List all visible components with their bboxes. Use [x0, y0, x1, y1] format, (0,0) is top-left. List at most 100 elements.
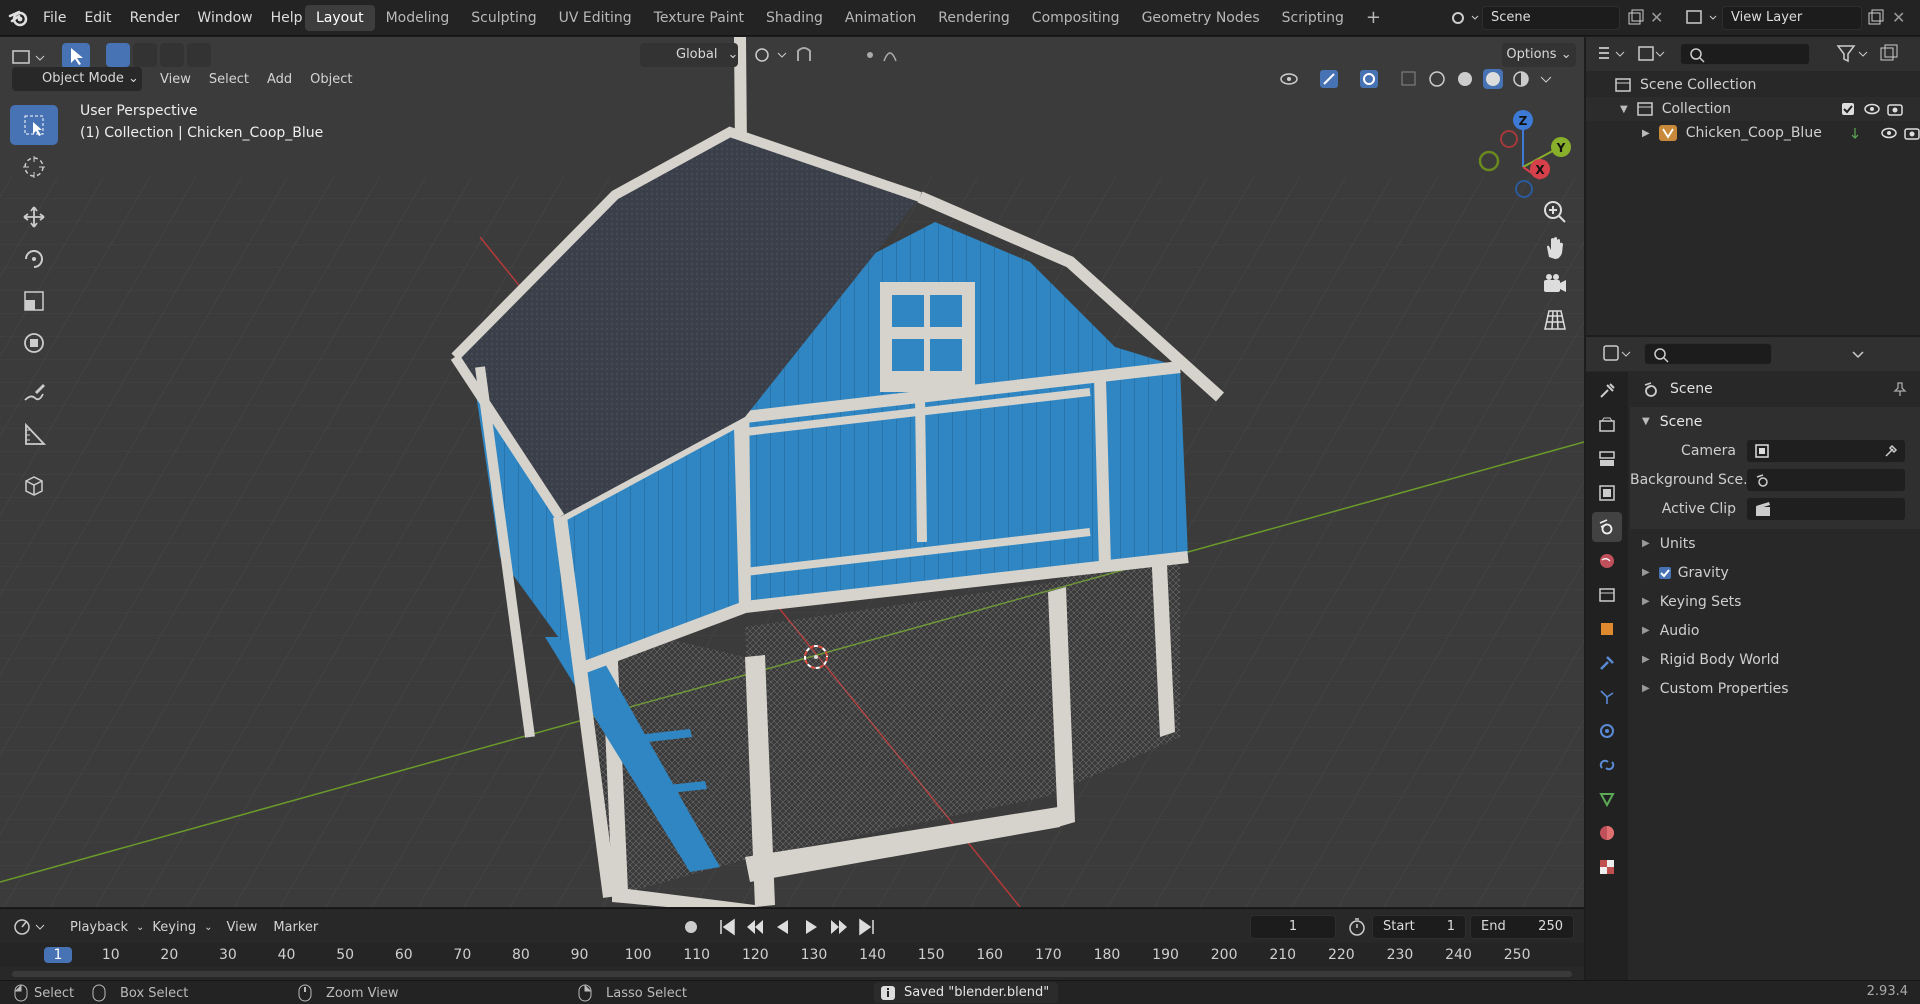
close-view-layer-icon[interactable]: ✕ — [1892, 8, 1912, 28]
object-mode-dropdown[interactable]: Object Mode ⌄ — [12, 67, 142, 91]
expand-units-icon[interactable]: ▶ — [1642, 538, 1650, 549]
add-workspace-button[interactable]: + — [1355, 5, 1392, 31]
object-render-camera-icon[interactable] — [1904, 126, 1920, 140]
texture-tab-icon[interactable] — [1592, 852, 1622, 882]
add-cube-tool-icon[interactable] — [10, 465, 58, 505]
menu-view[interactable]: View — [152, 72, 199, 87]
menu-object[interactable]: Object — [302, 72, 360, 87]
timeline-scrollbar[interactable] — [12, 971, 1572, 977]
solid-shading-icon[interactable] — [1454, 68, 1476, 90]
expand-gravity-icon[interactable]: ▶ — [1642, 567, 1650, 578]
camera-field[interactable] — [1746, 438, 1906, 463]
pin-icon[interactable] — [1892, 381, 1908, 397]
background-scene-field[interactable] — [1746, 467, 1906, 492]
units-section[interactable]: ▶ Units — [1630, 529, 1920, 558]
menu-edit[interactable]: Edit — [75, 10, 120, 26]
close-scene-icon[interactable]: ✕ — [1650, 8, 1670, 28]
modifiers-tab-icon[interactable] — [1592, 648, 1622, 678]
scale-tool-icon[interactable] — [10, 281, 58, 321]
expand-object-icon[interactable]: ▶ — [1642, 128, 1650, 139]
custom-properties-section[interactable]: ▶ Custom Properties — [1630, 674, 1920, 703]
pan-view-hand-icon[interactable] — [1540, 233, 1570, 263]
expand-audio-icon[interactable]: ▶ — [1642, 625, 1650, 636]
transform-tool-icon[interactable] — [10, 323, 58, 363]
object-tab-icon[interactable] — [1592, 614, 1622, 644]
outliner-search-input[interactable] — [1680, 43, 1810, 65]
exclude-checkbox-icon[interactable] — [1841, 102, 1855, 116]
menu-window[interactable]: Window — [188, 10, 261, 26]
menu-select[interactable]: Select — [201, 72, 257, 87]
active-clip-field[interactable] — [1746, 496, 1906, 521]
object-visibility-eye-icon[interactable] — [1880, 126, 1898, 140]
jump-to-prev-keyframe-icon[interactable] — [744, 916, 766, 938]
tab-uv-editing[interactable]: UV Editing — [548, 5, 643, 31]
outliner-scene-collection-row[interactable]: Scene Collection — [1586, 73, 1920, 97]
material-preview-shading-icon[interactable] — [1482, 68, 1504, 90]
tab-animation[interactable]: Animation — [834, 5, 927, 31]
outliner-editor-type-icon[interactable] — [1596, 43, 1628, 65]
perspective-toggle-icon[interactable] — [1540, 305, 1570, 335]
xray-toggle-icon[interactable] — [1398, 68, 1420, 90]
current-frame-field[interactable]: 1 — [1250, 915, 1336, 939]
menu-keying[interactable]: Keying — [144, 920, 204, 935]
collection-tab-icon[interactable] — [1592, 580, 1622, 610]
play-icon[interactable] — [800, 916, 822, 938]
tool-tab-icon[interactable] — [1592, 376, 1622, 406]
gravity-section[interactable]: ▶ Gravity — [1630, 558, 1920, 587]
new-scene-icon[interactable] — [1626, 8, 1646, 28]
timeline-editor-type-icon[interactable] — [12, 916, 50, 938]
visibility-icon[interactable] — [1278, 68, 1312, 90]
jump-to-end-icon[interactable] — [856, 916, 878, 938]
current-frame-indicator[interactable]: 1 — [44, 947, 72, 963]
particles-tab-icon[interactable] — [1592, 682, 1622, 712]
data-tab-icon[interactable] — [1592, 784, 1622, 814]
jump-to-start-icon[interactable] — [716, 916, 738, 938]
expand-collection-icon[interactable]: ▼ — [1620, 104, 1628, 115]
rotate-tool-icon[interactable] — [10, 239, 58, 279]
expand-rigid-body-icon[interactable]: ▶ — [1642, 654, 1650, 665]
view-layer-field[interactable]: View Layer — [1722, 6, 1862, 30]
tab-compositing[interactable]: Compositing — [1021, 5, 1131, 31]
gravity-checkbox[interactable] — [1658, 566, 1672, 580]
collection-render-camera-icon[interactable] — [1887, 102, 1903, 116]
3d-viewport[interactable]: Z Y X Global ⌄ Options ⌄ Object Mode ⌄ Vi… — [0, 37, 1584, 907]
tab-layout[interactable]: Layout — [305, 5, 375, 31]
transform-orientation-dropdown[interactable]: Global ⌄ — [640, 43, 738, 67]
render-tab-icon[interactable] — [1592, 410, 1622, 440]
physics-tab-icon[interactable] — [1592, 716, 1622, 746]
outliner-object-row[interactable]: ▶ Chicken_Coop_Blue — [1586, 121, 1920, 145]
menu-file[interactable]: File — [34, 10, 75, 26]
camera-view-icon[interactable] — [1540, 269, 1570, 299]
constraints-tab-icon[interactable] — [1592, 750, 1622, 780]
auto-keying-record-icon[interactable] — [680, 916, 710, 938]
select-mode-tool-icon[interactable] — [62, 43, 90, 69]
tab-rendering[interactable]: Rendering — [927, 5, 1021, 31]
filter-icon[interactable] — [1836, 43, 1870, 65]
rendered-shading-icon[interactable] — [1510, 68, 1532, 90]
tab-geometry-nodes[interactable]: Geometry Nodes — [1131, 5, 1271, 31]
start-frame-field[interactable]: Start 1 — [1372, 915, 1466, 939]
output-tab-icon[interactable] — [1592, 444, 1622, 474]
proportional-editing-icon[interactable] — [862, 43, 912, 67]
menu-marker[interactable]: Marker — [265, 920, 326, 935]
snap-icon[interactable] — [790, 43, 850, 67]
select-new-icon[interactable] — [106, 43, 130, 67]
tab-modeling[interactable]: Modeling — [375, 5, 461, 31]
keying-sets-section[interactable]: ▶ Keying Sets — [1630, 587, 1920, 616]
zoom-view-icon[interactable] — [1540, 197, 1570, 227]
audio-section[interactable]: ▶ Audio — [1630, 616, 1920, 645]
collapse-scene-panel-icon[interactable]: ▼ — [1642, 416, 1650, 427]
select-extend-icon[interactable] — [133, 43, 157, 67]
properties-options-chevron-icon[interactable] — [1850, 346, 1866, 362]
stopwatch-icon[interactable] — [1346, 916, 1368, 938]
view-layer-selector-icon[interactable] — [1684, 6, 1720, 30]
end-frame-field[interactable]: End 250 — [1470, 915, 1574, 939]
scene-panel-header[interactable]: ▼ Scene — [1630, 407, 1920, 436]
shading-options-chevron-icon[interactable] — [1538, 68, 1554, 90]
tab-scripting[interactable]: Scripting — [1271, 5, 1355, 31]
overlays-toggle-icon[interactable] — [1358, 68, 1392, 90]
jump-to-next-keyframe-icon[interactable] — [828, 916, 850, 938]
tab-texture-paint[interactable]: Texture Paint — [643, 5, 755, 31]
outliner-collection-row[interactable]: ▼ Collection — [1586, 97, 1920, 121]
tab-sculpting[interactable]: Sculpting — [460, 5, 547, 31]
